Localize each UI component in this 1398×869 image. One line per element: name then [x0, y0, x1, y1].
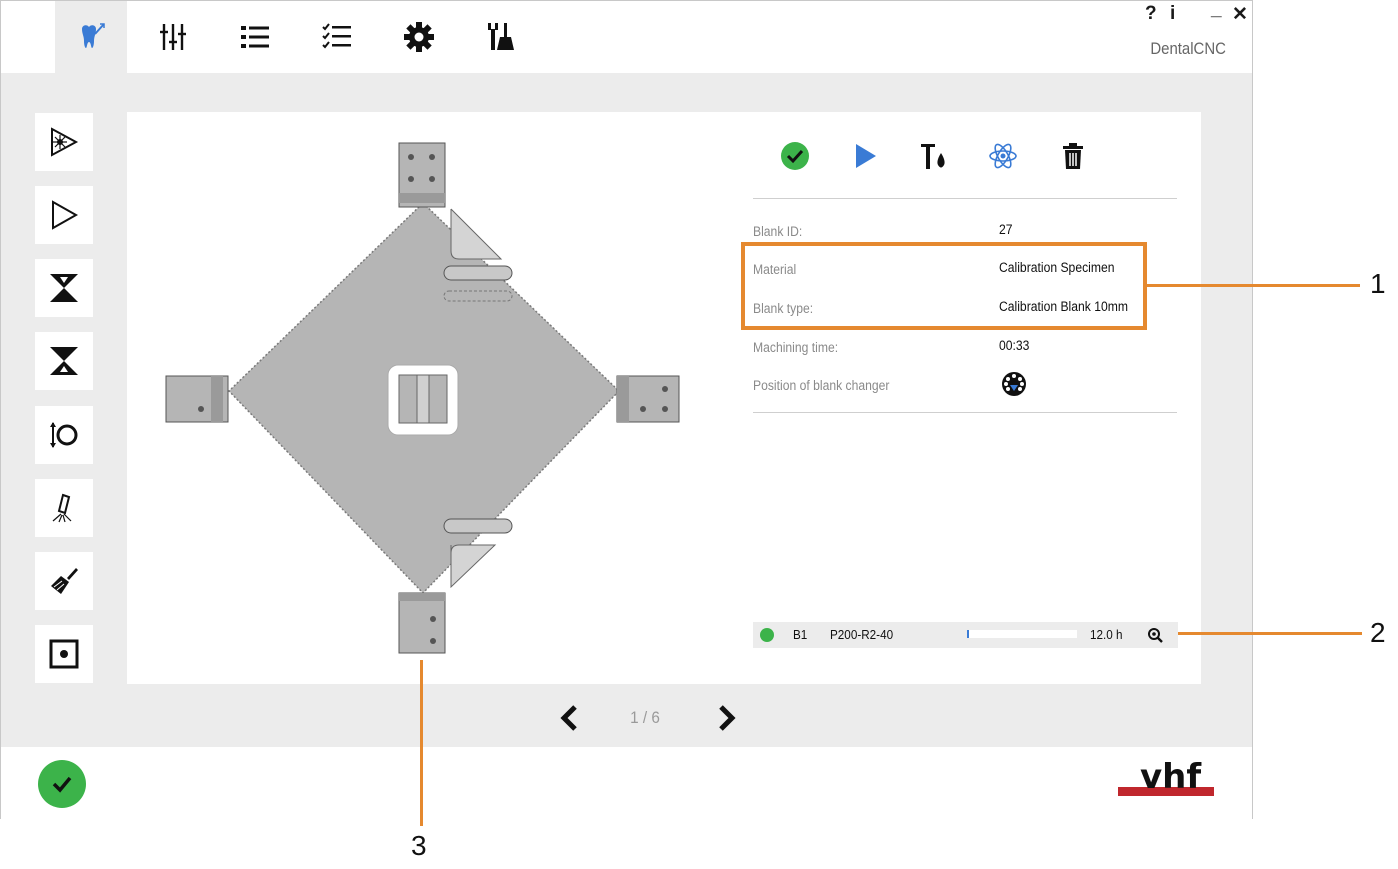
- highlight-box: [741, 242, 1147, 330]
- spray-nozzle-icon: [52, 493, 72, 523]
- sidebar-item-rotate[interactable]: [35, 406, 93, 464]
- tools-brush-icon: [488, 23, 514, 50]
- blank-up-icon: [50, 347, 78, 375]
- tool-liquid-icon: [921, 144, 945, 169]
- trash-icon: [1063, 143, 1083, 169]
- play-icon: [856, 144, 876, 168]
- tool-search-icon[interactable]: [1147, 627, 1163, 643]
- callout-2: 2: [1370, 617, 1386, 648]
- tab-milling[interactable]: [55, 1, 127, 73]
- callout-line-1: [1146, 284, 1360, 287]
- rotate-spindle-icon: [50, 422, 78, 448]
- atom-icon: [989, 143, 1017, 169]
- app-window: ? i _ ✕ DentalCNC Blank ID: 27 Material …: [0, 0, 1253, 819]
- play-outline-icon: [52, 200, 79, 230]
- checklist-icon: [322, 23, 351, 49]
- page-indicator: 1 / 6: [630, 708, 660, 727]
- tool-status-dot: [760, 628, 774, 642]
- tab-tools[interactable]: [465, 1, 537, 73]
- tab-checklist[interactable]: [301, 1, 373, 73]
- laser-play-icon: [51, 127, 79, 157]
- blank-id-value: 27: [999, 222, 1013, 237]
- divider: [753, 198, 1177, 199]
- bottom-bar: vhf: [1, 747, 1252, 819]
- app-title: DentalCNC: [1150, 39, 1226, 58]
- top-toolbar: ? i _ ✕ DentalCNC: [1, 0, 1252, 73]
- close-button[interactable]: ✕: [1232, 3, 1248, 26]
- blank-preview: [165, 142, 680, 654]
- machining-time-label: Machining time:: [753, 340, 839, 355]
- minimize-button[interactable]: _: [1211, 0, 1222, 21]
- tool-status-row[interactable]: B1 P200-R2-40 12.0 h: [753, 622, 1178, 648]
- vhf-logo-text: vhf: [1140, 757, 1202, 797]
- gear-icon: [404, 22, 434, 52]
- tool-life-bar: [967, 630, 1077, 638]
- sidebar-item-laser-start[interactable]: [35, 113, 93, 171]
- sidebar-item-stop[interactable]: [35, 625, 93, 683]
- mixer-sliders-icon: [160, 24, 186, 50]
- next-page-button[interactable]: [713, 704, 739, 732]
- sidebar-item-blank-up[interactable]: [35, 332, 93, 390]
- blank-changer-position-label: Position of blank changer: [753, 378, 890, 393]
- blank-changer-wheel-icon: [1002, 372, 1026, 396]
- callout-1: 1: [1370, 268, 1386, 299]
- play-action[interactable]: [848, 139, 882, 173]
- cleaning-brush-icon: [51, 568, 78, 594]
- callout-line-3: [420, 660, 423, 826]
- machining-time-value: 00:33: [999, 338, 1030, 353]
- tab-list[interactable]: [219, 1, 291, 73]
- sidebar-item-spray[interactable]: [35, 479, 93, 537]
- tool-slot: B1: [793, 627, 808, 642]
- previous-page-button[interactable]: [557, 704, 583, 732]
- accept-action[interactable]: [778, 139, 812, 173]
- sidebar-item-start[interactable]: [35, 186, 93, 244]
- blank-id-label: Blank ID:: [753, 224, 803, 239]
- callout-3: 3: [411, 830, 427, 861]
- tab-settings-sliders[interactable]: [137, 1, 209, 73]
- tab-settings[interactable]: [383, 1, 455, 73]
- sidebar-item-blank-down[interactable]: [35, 259, 93, 317]
- blank-down-icon: [50, 274, 78, 302]
- atom-action[interactable]: [986, 139, 1020, 173]
- callout-line-2: [1178, 632, 1362, 635]
- tool-name: P200-R2-40: [830, 627, 894, 642]
- tool-liquid-action[interactable]: [917, 139, 951, 173]
- divider: [753, 412, 1177, 413]
- delete-action[interactable]: [1056, 139, 1090, 173]
- tool-life-text: 12.0 h: [1090, 627, 1123, 642]
- tool-life-fill: [967, 630, 969, 638]
- list-icon: [241, 26, 269, 48]
- tooth-milling-icon: [82, 23, 105, 48]
- stop-square-icon: [49, 639, 79, 669]
- check-circle-icon: [781, 142, 809, 170]
- sidebar-item-clean[interactable]: [35, 552, 93, 610]
- check-circle-icon: [52, 776, 72, 793]
- help-button[interactable]: ?: [1145, 3, 1157, 25]
- confirm-button[interactable]: [38, 760, 86, 808]
- vhf-logo: vhf: [1118, 757, 1214, 797]
- info-button[interactable]: i: [1170, 3, 1175, 25]
